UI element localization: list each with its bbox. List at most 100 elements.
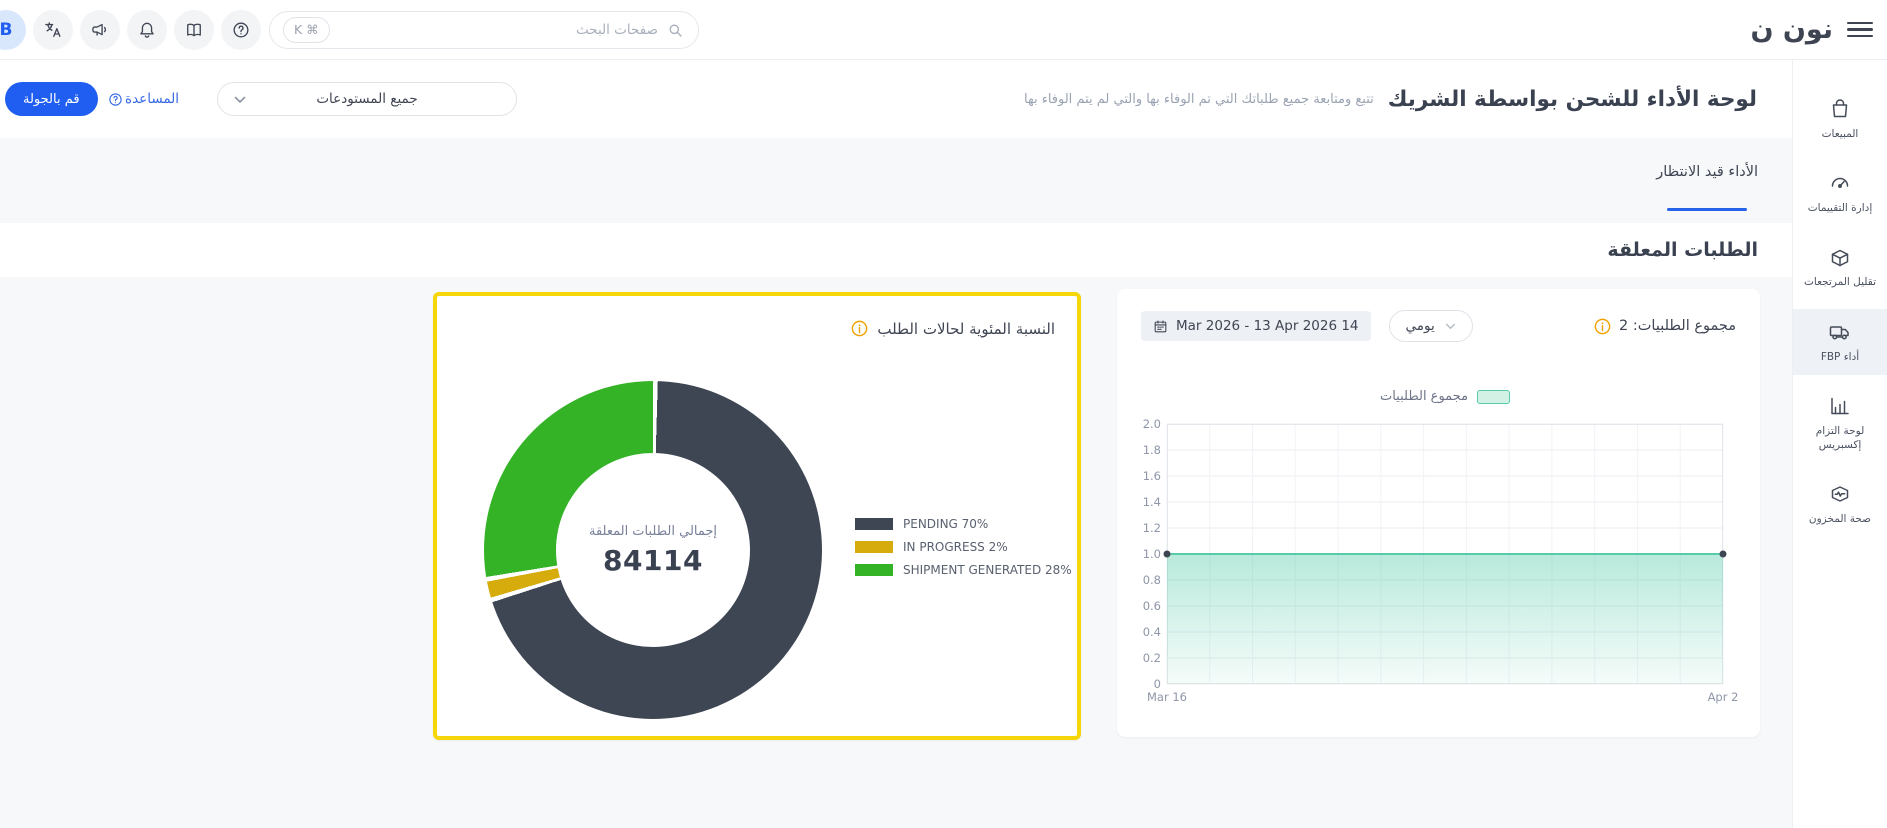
question-icon	[231, 20, 251, 40]
fbp-truck-icon	[1828, 320, 1852, 344]
app-canvas: B K ⌘ نون ن	[0, 0, 1887, 828]
donut-legend: PENDING 70% IN PROGRESS 2% SHIPMENT GENERA…	[855, 517, 1072, 586]
y-tick-label: 0.6	[1117, 599, 1161, 613]
y-tick-label: 1.8	[1117, 443, 1161, 457]
tab-pending-performance[interactable]: الأداء قيد الانتظار	[1656, 164, 1758, 211]
y-tick-label: 1.4	[1117, 495, 1161, 509]
returns-box-icon	[1828, 245, 1852, 269]
stock-health-icon	[1828, 482, 1852, 506]
info-icon[interactable]	[850, 319, 869, 338]
megaphone-icon	[90, 20, 110, 40]
ratings-gauge-icon	[1828, 171, 1852, 195]
announcements-button[interactable]	[80, 10, 120, 50]
topbar-right-cluster: نون ن	[1750, 0, 1887, 59]
date-range-picker[interactable]: Mar 2026 - 13 Apr 2026 14	[1141, 311, 1371, 341]
donut-center-value: 84114	[603, 544, 703, 577]
area-chart-plot	[1167, 424, 1723, 684]
page-header: لوحة الأداء للشحن بواسطة الشريك تتبع ومت…	[0, 60, 1887, 138]
total-orders-card: Mar 2026 - 13 Apr 2026 14 يومي مجموع الط…	[1117, 289, 1760, 737]
area-chart	[1167, 424, 1723, 684]
tour-button[interactable]: قم بالجولة	[5, 82, 98, 116]
menu-button[interactable]	[1847, 22, 1873, 38]
sidebar-item-returns[interactable]: تقليل المرتجعات	[1793, 234, 1887, 300]
donut-center-label: إجمالي الطلبات المعلقة	[589, 524, 717, 539]
y-tick-label: 1.0	[1117, 547, 1161, 561]
legend-swatch	[855, 541, 893, 553]
section-bar: الطلبات المعلقة	[0, 223, 1887, 277]
y-tick-label: 0.2	[1117, 651, 1161, 665]
legend-label: IN PROGRESS 2%	[903, 540, 1008, 554]
help-circle-icon	[108, 92, 123, 107]
translate-icon	[43, 20, 63, 40]
y-tick-label: 0.4	[1117, 625, 1161, 639]
legend-swatch	[855, 564, 893, 576]
donut-card-header: النسبة المئوية لحالات الطلب	[850, 319, 1055, 338]
global-search: K ⌘	[269, 11, 699, 49]
topbar: B K ⌘ نون ن	[0, 0, 1887, 60]
section-title: الطلبات المعلقة	[1607, 223, 1758, 277]
sidebar-item-label: صحة المخزون	[1797, 512, 1883, 526]
tab-label: الأداء قيد الانتظار	[1656, 164, 1758, 180]
sidebar-item-label: تقليل المرتجعات	[1797, 275, 1883, 289]
menu-icon	[1847, 22, 1873, 25]
help-link-label: المساعدة	[125, 91, 179, 107]
total-orders-group: مجموع الطلبيات: 2	[1593, 317, 1736, 336]
donut-center: إجمالي الطلبات المعلقة 84114	[556, 453, 750, 647]
legend-label: مجموع الطلبيات	[1380, 389, 1468, 404]
user-avatar[interactable]: B	[0, 10, 26, 50]
legend-label: SHIPMENT GENERATED 28%	[903, 563, 1072, 577]
sidebar-item-label: أداء FBP	[1797, 350, 1883, 364]
sidebar-item-fbp-performance[interactable]: أداء FBP	[1793, 309, 1887, 375]
page-title: لوحة الأداء للشحن بواسطة الشريك	[1388, 87, 1757, 112]
sidebar-item-express-commitment[interactable]: لوحة التزام إكسبريس	[1793, 383, 1887, 463]
info-icon[interactable]	[1593, 317, 1612, 336]
x-tick-label: Apr 2	[1708, 690, 1739, 704]
sidebar-item-stock-health[interactable]: صحة المخزون	[1793, 471, 1887, 537]
bell-icon	[137, 20, 157, 40]
book-icon	[184, 20, 204, 40]
y-tick-label: 0	[1117, 677, 1161, 691]
avatar-letter: B	[0, 20, 12, 40]
sales-icon	[1828, 97, 1852, 121]
y-tick-label: 1.6	[1117, 469, 1161, 483]
sidebar-item-ratings[interactable]: إدارة التقييمات	[1793, 160, 1887, 226]
period-dropdown[interactable]: يومي	[1389, 310, 1473, 342]
active-tab-indicator	[1667, 208, 1747, 211]
sidebar: المبيعات إدارة التقييمات تقليل المرتجعات…	[1793, 60, 1887, 828]
noon-logo: نون ن	[1750, 14, 1833, 45]
legend-swatch	[855, 518, 893, 530]
express-chart-icon	[1828, 394, 1852, 418]
tabs-row: الأداء قيد الانتظار	[0, 138, 1887, 223]
donut-chart: إجمالي الطلبات المعلقة 84114	[484, 381, 822, 719]
chevron-down-icon	[234, 96, 246, 104]
search-icon	[666, 21, 685, 40]
sidebar-item-label: المبيعات	[1797, 127, 1883, 141]
notifications-button[interactable]	[127, 10, 167, 50]
sidebar-item-sales[interactable]: المبيعات	[1793, 86, 1887, 152]
language-button[interactable]	[33, 10, 73, 50]
title-group: لوحة الأداء للشحن بواسطة الشريك تتبع ومت…	[1024, 60, 1757, 138]
page-subtitle: تتبع ومتابعة جميع طلباتك التي تم الوفاء …	[1024, 92, 1374, 107]
donut-card-title: النسبة المئوية لحالات الطلب	[877, 320, 1055, 338]
total-orders-label: مجموع الطلبيات: 2	[1619, 318, 1736, 334]
warehouse-dropdown-label: جميع المستودعات	[218, 83, 516, 115]
search-input[interactable]	[270, 12, 698, 48]
legend-swatch	[1477, 390, 1510, 404]
warehouse-dropdown[interactable]: جميع المستودعات	[217, 82, 517, 116]
y-axis-labels: 2.01.81.61.41.21.00.80.60.40.20	[1117, 289, 1161, 737]
sidebar-item-label: لوحة التزام إكسبريس	[1797, 424, 1883, 452]
docs-button[interactable]	[174, 10, 214, 50]
help-link[interactable]: المساعدة	[108, 82, 179, 116]
legend-item: SHIPMENT GENERATED 28%	[855, 563, 1072, 577]
legend-label: PENDING 70%	[903, 517, 988, 531]
orders-card-header: Mar 2026 - 13 Apr 2026 14 يومي مجموع الط…	[1141, 310, 1736, 342]
search-shortcut-badge: K ⌘	[283, 17, 330, 43]
help-button[interactable]	[221, 10, 261, 50]
y-tick-label: 1.2	[1117, 521, 1161, 535]
date-range-label: Mar 2026 - 13 Apr 2026 14	[1176, 318, 1359, 334]
period-dropdown-label: يومي	[1406, 318, 1435, 334]
y-tick-label: 0.8	[1117, 573, 1161, 587]
legend-item: IN PROGRESS 2%	[855, 540, 1072, 554]
sidebar-item-label: إدارة التقييمات	[1797, 201, 1883, 215]
chevron-down-icon	[1445, 323, 1456, 330]
